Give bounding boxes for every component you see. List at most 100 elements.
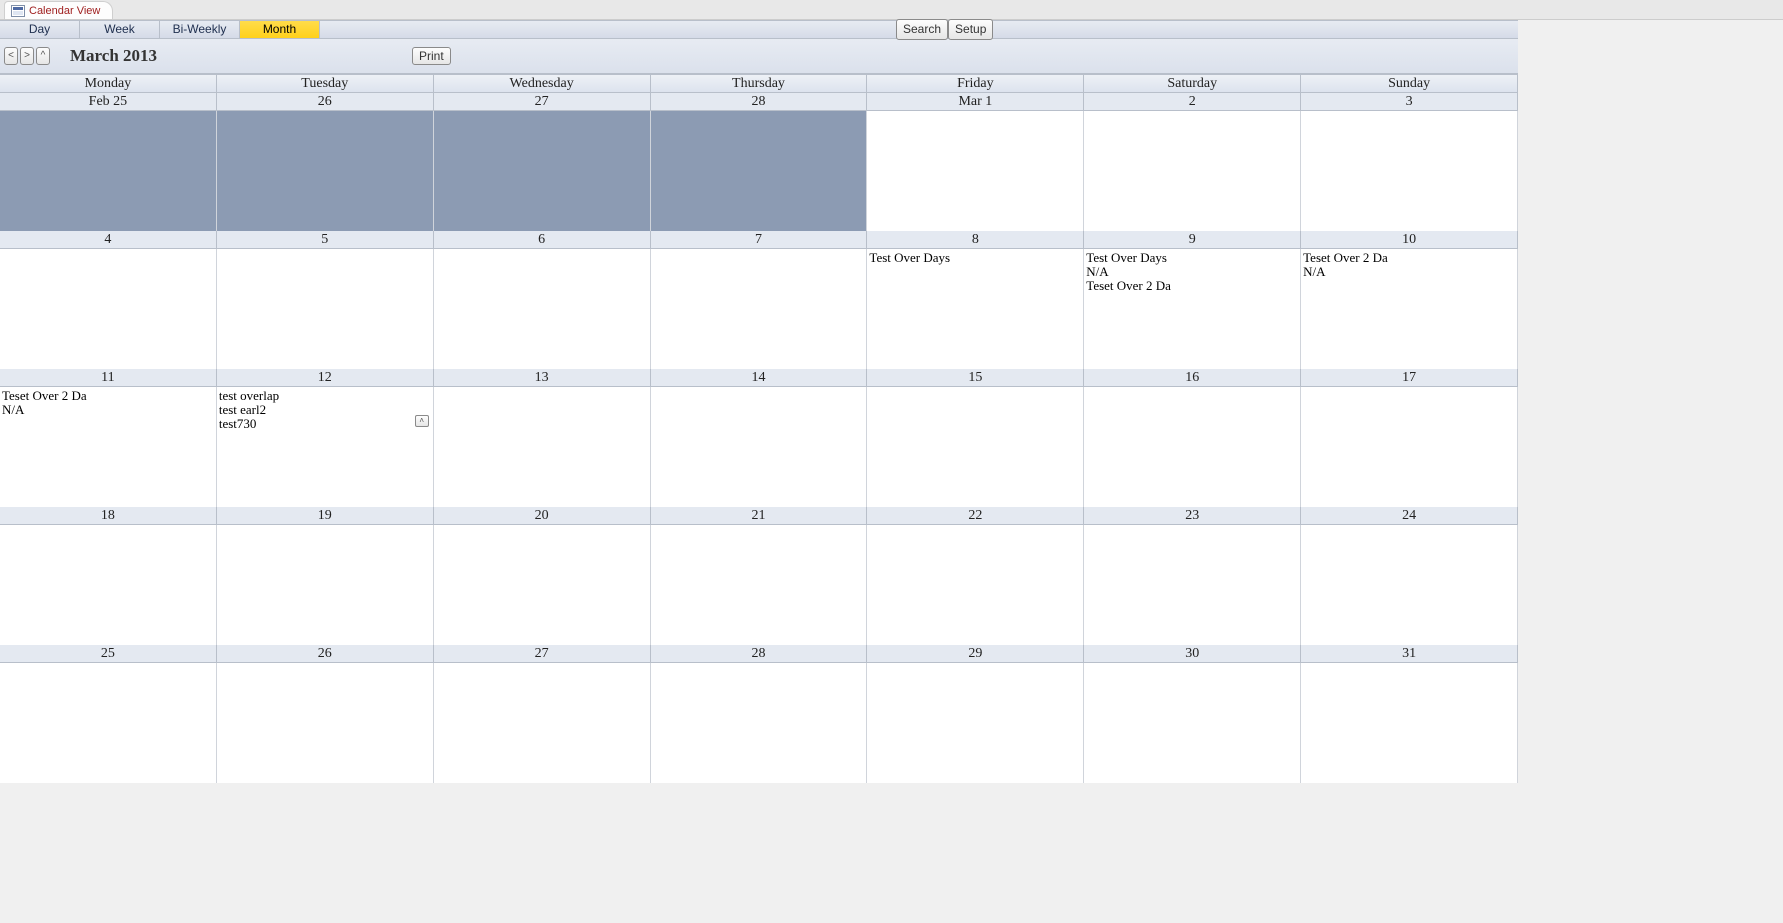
day-cell[interactable] (1301, 111, 1518, 231)
day-cell[interactable] (651, 663, 868, 783)
date-header-cell[interactable]: 17 (1301, 369, 1518, 387)
day-of-week-header-row: MondayTuesdayWednesdayThursdayFridaySatu… (0, 74, 1518, 93)
setup-button[interactable]: Setup (948, 19, 993, 40)
event-item[interactable]: Test Over Days (869, 251, 1081, 265)
day-cell[interactable]: test overlaptest earl2test730˄ (217, 387, 434, 507)
day-cell[interactable]: Test Over Days (867, 249, 1084, 369)
view-tab-biweekly[interactable]: Bi-Weekly (160, 21, 240, 38)
next-month-button[interactable]: > (20, 47, 34, 65)
search-button[interactable]: Search (896, 19, 948, 40)
day-cell[interactable]: Test Over DaysN/ATeset Over 2 Da (1084, 249, 1301, 369)
day-cell[interactable] (0, 525, 217, 645)
day-cell[interactable] (217, 525, 434, 645)
date-header-cell[interactable]: 6 (434, 231, 651, 249)
prev-month-button[interactable]: < (4, 47, 18, 65)
date-header-cell[interactable]: 26 (217, 645, 434, 663)
event-item[interactable]: N/A (2, 403, 214, 417)
date-header-cell[interactable]: 30 (1084, 645, 1301, 663)
date-header-cell[interactable]: 14 (651, 369, 868, 387)
day-cell[interactable] (651, 111, 868, 231)
day-cell[interactable] (651, 387, 868, 507)
day-cell[interactable]: Teset Over 2 DaN/A (0, 387, 217, 507)
event-item[interactable]: Teset Over 2 Da (2, 389, 214, 403)
date-header-cell[interactable]: 21 (651, 507, 868, 525)
day-events: Teset Over 2 DaN/A (1303, 251, 1515, 279)
date-header-cell[interactable]: 11 (0, 369, 217, 387)
date-header-cell[interactable]: 27 (434, 645, 651, 663)
day-cell[interactable] (651, 249, 868, 369)
document-tab-calendar-view[interactable]: Calendar View (4, 1, 113, 19)
day-cell[interactable] (1084, 387, 1301, 507)
day-cell[interactable] (434, 111, 651, 231)
day-cell[interactable] (867, 525, 1084, 645)
date-header-cell[interactable]: 20 (434, 507, 651, 525)
day-cell[interactable] (434, 249, 651, 369)
date-header-cell[interactable]: 3 (1301, 93, 1518, 111)
date-header-cell[interactable]: 29 (867, 645, 1084, 663)
day-header: Saturday (1084, 74, 1301, 93)
date-header-cell[interactable]: 28 (651, 93, 868, 111)
event-item[interactable]: N/A (1303, 265, 1515, 279)
event-item[interactable]: test overlap (219, 389, 431, 403)
expand-day-button[interactable]: ˄ (415, 415, 429, 427)
calendar-grid: MondayTuesdayWednesdayThursdayFridaySatu… (0, 74, 1518, 783)
date-header-cell[interactable]: 31 (1301, 645, 1518, 663)
date-header-cell[interactable]: Mar 1 (867, 93, 1084, 111)
day-cell[interactable]: Teset Over 2 DaN/A (1301, 249, 1518, 369)
date-header-cell[interactable]: 12 (217, 369, 434, 387)
day-cell[interactable] (434, 525, 651, 645)
date-header-cell[interactable]: 27 (434, 93, 651, 111)
event-item[interactable]: N/A (1086, 265, 1298, 279)
day-cell[interactable] (217, 111, 434, 231)
date-header-row: 25262728293031 (0, 645, 1518, 663)
day-cell[interactable] (1084, 525, 1301, 645)
date-header-cell[interactable]: 26 (217, 93, 434, 111)
date-header-cell[interactable]: 10 (1301, 231, 1518, 249)
date-header-cell[interactable]: 7 (651, 231, 868, 249)
day-cell[interactable] (434, 387, 651, 507)
date-header-cell[interactable]: 4 (0, 231, 217, 249)
day-cell[interactable] (1301, 663, 1518, 783)
view-tab-day[interactable]: Day (0, 21, 80, 38)
date-header-cell[interactable]: 22 (867, 507, 1084, 525)
view-tab-month[interactable]: Month (240, 21, 320, 38)
view-tab-week[interactable]: Week (80, 21, 160, 38)
date-header-cell[interactable]: 25 (0, 645, 217, 663)
day-cell[interactable] (217, 249, 434, 369)
date-header-cell[interactable]: 9 (1084, 231, 1301, 249)
day-cell[interactable] (1301, 525, 1518, 645)
day-cell[interactable] (1084, 111, 1301, 231)
day-cell[interactable] (0, 111, 217, 231)
print-button[interactable]: Print (412, 47, 451, 65)
date-header-cell[interactable]: 28 (651, 645, 868, 663)
day-cell[interactable] (217, 663, 434, 783)
day-cell[interactable] (867, 663, 1084, 783)
day-cell[interactable] (434, 663, 651, 783)
event-item[interactable]: Teset Over 2 Da (1303, 251, 1515, 265)
event-item[interactable]: test earl2 (219, 403, 431, 417)
app-window: Calendar View Day Week Bi-Weekly Month S… (0, 0, 1783, 923)
day-cell[interactable] (1084, 663, 1301, 783)
day-cell[interactable] (867, 387, 1084, 507)
day-cell[interactable] (651, 525, 868, 645)
date-header-cell[interactable]: 19 (217, 507, 434, 525)
date-header-cell[interactable]: 15 (867, 369, 1084, 387)
date-header-cell[interactable]: 2 (1084, 93, 1301, 111)
date-header-cell[interactable]: 23 (1084, 507, 1301, 525)
day-cell[interactable] (867, 111, 1084, 231)
date-header-cell[interactable]: 16 (1084, 369, 1301, 387)
date-header-cell[interactable]: 18 (0, 507, 217, 525)
date-header-cell[interactable]: 8 (867, 231, 1084, 249)
day-header: Sunday (1301, 74, 1518, 93)
day-cell[interactable] (1301, 387, 1518, 507)
date-header-cell[interactable]: Feb 25 (0, 93, 217, 111)
date-header-cell[interactable]: 5 (217, 231, 434, 249)
date-header-cell[interactable]: 13 (434, 369, 651, 387)
event-item[interactable]: Teset Over 2 Da (1086, 279, 1298, 293)
date-header-cell[interactable]: 24 (1301, 507, 1518, 525)
event-item[interactable]: Test Over Days (1086, 251, 1298, 265)
event-item[interactable]: test730 (219, 417, 431, 431)
today-button[interactable]: ^ (36, 47, 50, 65)
day-cell[interactable] (0, 663, 217, 783)
day-cell[interactable] (0, 249, 217, 369)
